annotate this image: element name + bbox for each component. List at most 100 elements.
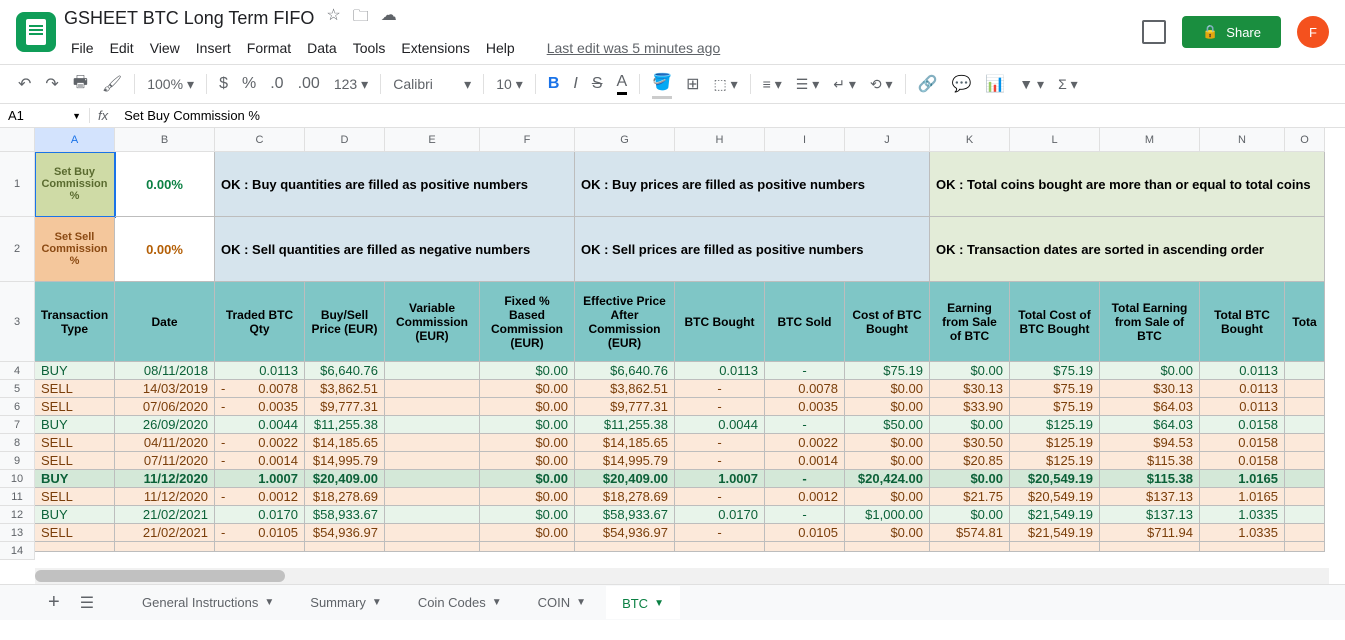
data-cell[interactable]: - [765, 470, 845, 488]
data-cell[interactable]: 04/11/2020 [115, 434, 215, 452]
row-header-2[interactable]: 2 [0, 217, 34, 282]
data-cell[interactable] [1285, 524, 1325, 542]
data-cell[interactable]: $11,255.38 [305, 416, 385, 434]
data-cell[interactable]: $11,255.38 [575, 416, 675, 434]
data-cell[interactable]: $0.00 [930, 416, 1010, 434]
col-header-F[interactable]: F [480, 128, 575, 152]
data-cell[interactable]: - [765, 416, 845, 434]
data-cell[interactable] [385, 398, 480, 416]
data-cell[interactable]: $0.00 [480, 434, 575, 452]
column-header[interactable]: Effective Price After Commission (EUR) [575, 282, 675, 362]
data-cell[interactable]: $58,933.67 [575, 506, 675, 524]
sheets-logo[interactable] [16, 12, 56, 52]
data-cell[interactable]: $0.00 [480, 380, 575, 398]
data-cell[interactable]: $0.00 [930, 506, 1010, 524]
borders-button[interactable]: ⊞ [680, 70, 705, 98]
data-cell[interactable]: BUY [35, 362, 115, 380]
validation-msg[interactable]: OK : Buy prices are filled as positive n… [575, 152, 930, 217]
data-cell[interactable]: $9,777.31 [305, 398, 385, 416]
horizontal-scrollbar[interactable] [35, 568, 1329, 584]
data-cell[interactable]: 21/02/2021 [115, 506, 215, 524]
data-cell[interactable]: SELL [35, 380, 115, 398]
decrease-decimal-button[interactable]: .0 [264, 71, 289, 97]
row-header-1[interactable]: 1 [0, 152, 34, 217]
bold-button[interactable]: B [542, 71, 566, 97]
data-cell[interactable] [385, 434, 480, 452]
data-cell[interactable] [385, 362, 480, 380]
col-header-H[interactable]: H [675, 128, 765, 152]
data-cell[interactable]: BUY [35, 416, 115, 434]
data-cell[interactable]: $115.38 [1100, 470, 1200, 488]
select-all-corner[interactable] [0, 128, 35, 152]
data-cell[interactable] [385, 488, 480, 506]
data-cell[interactable] [1285, 470, 1325, 488]
cell-a1[interactable]: Set BuyCommission% [35, 152, 115, 217]
paint-format-button[interactable]: 🖌 [96, 70, 128, 98]
column-header[interactable]: Traded BTC Qty [215, 282, 305, 362]
cell-b1[interactable]: 0.00% [115, 152, 215, 217]
data-cell[interactable]: 0.0113 [1200, 380, 1285, 398]
data-cell[interactable]: 07/06/2020 [115, 398, 215, 416]
data-cell[interactable]: 14/03/2019 [115, 380, 215, 398]
data-cell[interactable]: SELL [35, 488, 115, 506]
cloud-icon[interactable]: ☁ [381, 5, 397, 32]
data-cell[interactable]: SELL [35, 452, 115, 470]
data-cell[interactable]: 0.0158 [1200, 452, 1285, 470]
col-header-E[interactable]: E [385, 128, 480, 152]
data-cell[interactable]: $14,995.79 [575, 452, 675, 470]
functions-button[interactable]: Σ ▾ [1052, 72, 1084, 97]
row-header-7[interactable]: 7 [0, 416, 34, 434]
data-cell[interactable]: $125.19 [1010, 452, 1100, 470]
sheet-tab-coin[interactable]: COIN▼ [522, 586, 602, 619]
data-cell[interactable]: $54,936.97 [305, 524, 385, 542]
data-cell[interactable]: $0.00 [480, 416, 575, 434]
link-button[interactable]: 🔗 [912, 70, 944, 98]
data-cell[interactable]: $30.50 [930, 434, 1010, 452]
data-cell[interactable]: $0.00 [845, 488, 930, 506]
data-cell[interactable]: 0.0044 [215, 416, 305, 434]
data-cell[interactable]: 0.0078 [765, 380, 845, 398]
data-cell[interactable]: $0.00 [845, 524, 930, 542]
col-header-B[interactable]: B [115, 128, 215, 152]
data-cell[interactable]: $18,278.69 [575, 488, 675, 506]
merge-button[interactable]: ⬚ ▾ [708, 72, 744, 97]
sheet-tab-btc[interactable]: BTC▼ [606, 586, 680, 619]
cell-b2[interactable]: 0.00% [115, 217, 215, 282]
col-header-C[interactable]: C [215, 128, 305, 152]
data-cell[interactable]: -0.0014 [215, 452, 305, 470]
data-cell[interactable]: $711.94 [1100, 524, 1200, 542]
validation-msg[interactable]: OK : Total coins bought are more than or… [930, 152, 1325, 217]
data-cell[interactable]: 1.0335 [1200, 506, 1285, 524]
data-cell[interactable]: $137.13 [1100, 488, 1200, 506]
data-cell[interactable]: $0.00 [930, 470, 1010, 488]
sheet-tab-general-instructions[interactable]: General Instructions▼ [126, 586, 290, 619]
zoom-select[interactable]: 100% ▾ [141, 72, 200, 97]
data-cell[interactable]: $20,424.00 [845, 470, 930, 488]
data-cell[interactable] [1285, 434, 1325, 452]
undo-button[interactable]: ↶ [12, 70, 37, 98]
data-cell[interactable]: $14,185.65 [305, 434, 385, 452]
data-cell[interactable]: 08/11/2018 [115, 362, 215, 380]
column-header[interactable]: Total Cost of BTC Bought [1010, 282, 1100, 362]
name-box[interactable]: A1▼ [0, 108, 90, 123]
data-cell[interactable]: 0.0113 [1200, 398, 1285, 416]
star-icon[interactable]: ☆ [326, 5, 340, 32]
data-cell[interactable]: $33.90 [930, 398, 1010, 416]
col-header-O[interactable]: O [1285, 128, 1325, 152]
data-cell[interactable]: $3,862.51 [305, 380, 385, 398]
data-cell[interactable]: 0.0158 [1200, 416, 1285, 434]
column-header[interactable]: Total Earning from Sale of BTC [1100, 282, 1200, 362]
data-cell[interactable]: - [765, 506, 845, 524]
data-cell[interactable]: - [765, 362, 845, 380]
col-header-D[interactable]: D [305, 128, 385, 152]
data-cell[interactable] [385, 416, 480, 434]
data-cell[interactable]: 21/02/2021 [115, 524, 215, 542]
data-cell[interactable]: $0.00 [480, 488, 575, 506]
row-header-10[interactable]: 10 [0, 470, 34, 488]
menu-insert[interactable]: Insert [189, 36, 238, 60]
rotate-button[interactable]: ⟲ ▾ [864, 72, 899, 97]
menu-tools[interactable]: Tools [346, 36, 393, 60]
data-cell[interactable]: $21,549.19 [1010, 506, 1100, 524]
data-cell[interactable]: $0.00 [845, 380, 930, 398]
data-cell[interactable]: - [675, 452, 765, 470]
